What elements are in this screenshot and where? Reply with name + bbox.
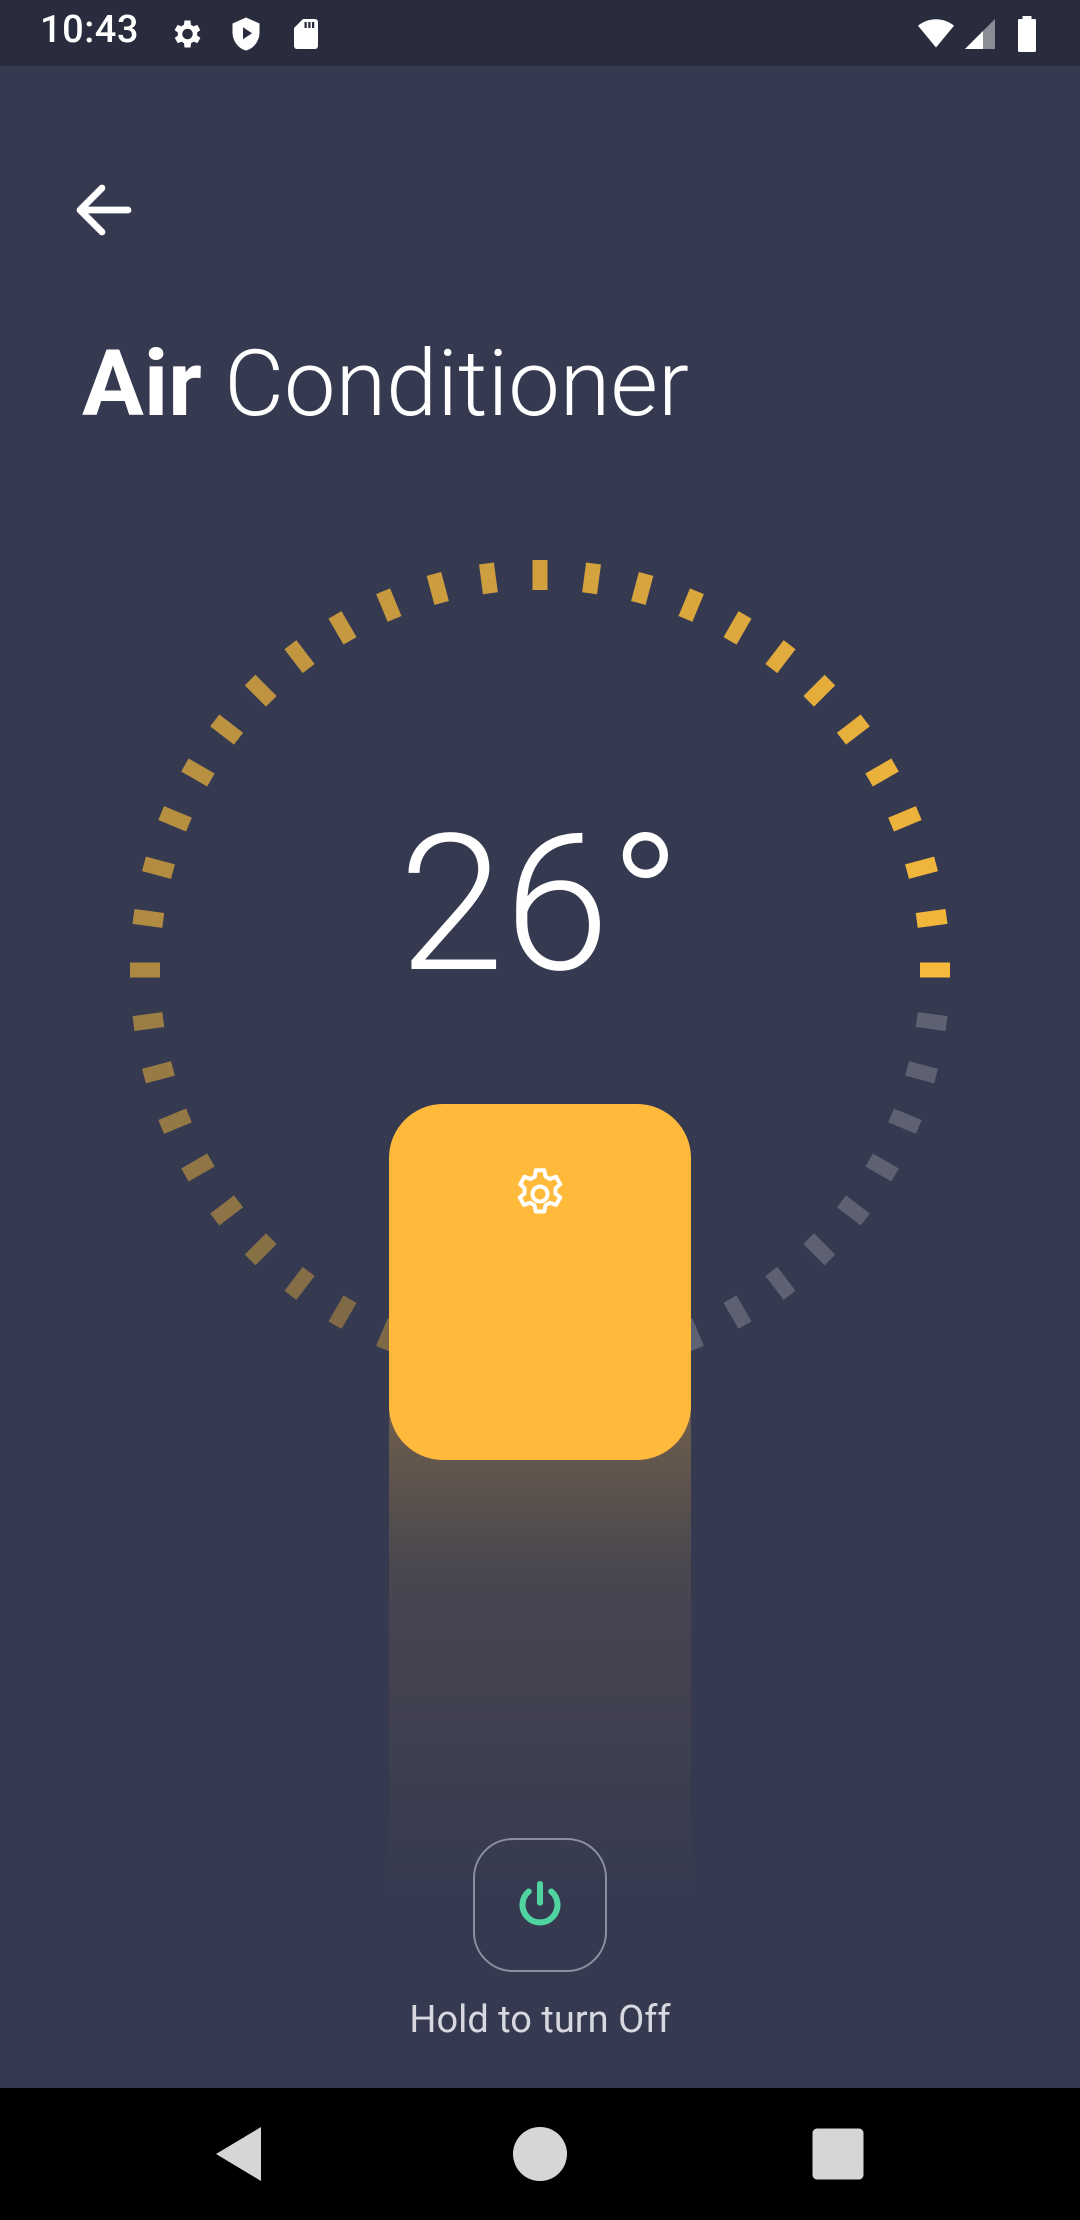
dial-tick: [376, 588, 402, 622]
dial-tick: [328, 611, 357, 645]
dial-tick: [888, 1108, 922, 1134]
dial-tick: [284, 1266, 315, 1300]
wifi-icon: [918, 19, 954, 48]
dial-tick: [210, 714, 244, 745]
dial-tick: [803, 674, 836, 707]
dial-tick: [158, 1108, 192, 1134]
dial-tick: [803, 1233, 836, 1266]
navigation-bar: [0, 2088, 1080, 2220]
sd-card-icon: [294, 19, 318, 49]
page-title-bold: Air: [82, 331, 202, 438]
temperature-slider-handle[interactable]: [389, 1104, 691, 1460]
status-time: 10:43: [40, 8, 139, 52]
dial-tick: [284, 640, 315, 674]
dial-tick: [865, 1153, 899, 1182]
dial-tick: [631, 572, 654, 605]
dial-tick: [426, 572, 449, 605]
dial-tick: [915, 1012, 948, 1031]
status-bar: 10:43: [0, 0, 1080, 66]
dial-tick: [210, 1195, 244, 1226]
dial-tick: [723, 1295, 752, 1329]
back-triangle-icon[interactable]: [204, 2118, 276, 2190]
arrow-left-icon: [76, 184, 132, 236]
power-button[interactable]: [473, 1838, 607, 1972]
power-icon: [519, 1880, 561, 1926]
page-title-light: Conditioner: [201, 331, 689, 438]
dial-tick: [678, 588, 704, 622]
home-circle-icon[interactable]: [504, 2118, 576, 2190]
dial-tick: [328, 1295, 357, 1329]
gear-icon: [517, 1168, 563, 1214]
dial-tick: [244, 1233, 277, 1266]
dial-tick: [836, 1195, 870, 1226]
dial-tick: [142, 1061, 175, 1084]
dial-tick: [765, 1266, 796, 1300]
dial-tick: [181, 758, 215, 787]
dial-tick: [723, 611, 752, 645]
dial-tick: [765, 640, 796, 674]
dial-tick: [836, 714, 870, 745]
dial-tick: [479, 562, 498, 595]
dial-tick: [865, 758, 899, 787]
dial-tick: [582, 562, 601, 595]
recents-square-icon[interactable]: [802, 2118, 874, 2190]
dial-tick: [181, 1153, 215, 1182]
cell-signal-icon: [965, 19, 995, 49]
dial-tick: [905, 1061, 938, 1084]
hold-to-turn-off-label: Hold to turn Off: [409, 1998, 671, 2042]
temperature-value: 26°: [398, 794, 682, 1016]
battery-icon: [1018, 16, 1036, 52]
dial-tick: [132, 1012, 165, 1031]
dial-tick: [244, 674, 277, 707]
settings-icon: [174, 20, 201, 48]
shield-play-icon: [232, 17, 260, 51]
page-title: Air Conditioner: [82, 330, 689, 440]
back-button[interactable]: [62, 170, 142, 250]
